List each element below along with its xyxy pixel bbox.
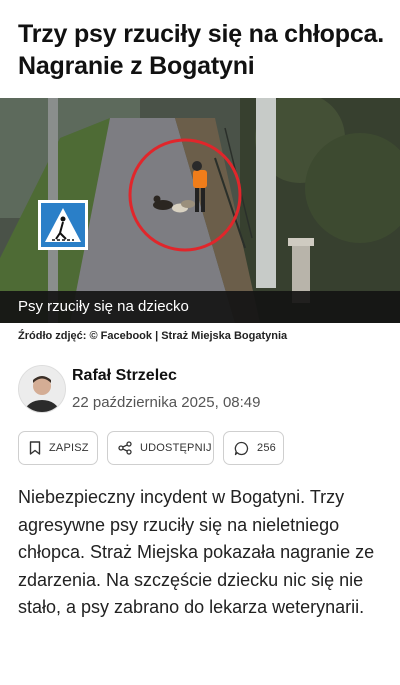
share-icon [118, 441, 132, 455]
article-headline: Trzy psy rzuciły się na chłopca. Nagrani… [18, 20, 384, 80]
bookmark-icon [29, 441, 41, 455]
article-body: Niebezpieczny incydent w Bogatyni. Trzy … [18, 487, 375, 617]
comment-icon [234, 441, 249, 455]
image-source: Źródło zdjęć: © Facebook | Straż Miejska… [18, 330, 288, 342]
image-caption: Psy rzuciły się na dziecko [0, 291, 400, 323]
avatar[interactable] [18, 365, 66, 413]
comments-button[interactable]: 256 [223, 431, 284, 465]
publish-date: 22 października 2025, 08:49 [72, 394, 261, 411]
comments-count: 256 [257, 442, 276, 454]
save-button[interactable]: ZAPISZ [18, 431, 98, 465]
share-button[interactable]: UDOSTĘPNIJ [107, 431, 214, 465]
author-name[interactable]: Rafał Strzelec [72, 367, 177, 385]
save-label: ZAPISZ [49, 442, 89, 454]
share-label: UDOSTĘPNIJ [140, 442, 212, 454]
article-photo[interactable] [0, 98, 400, 323]
